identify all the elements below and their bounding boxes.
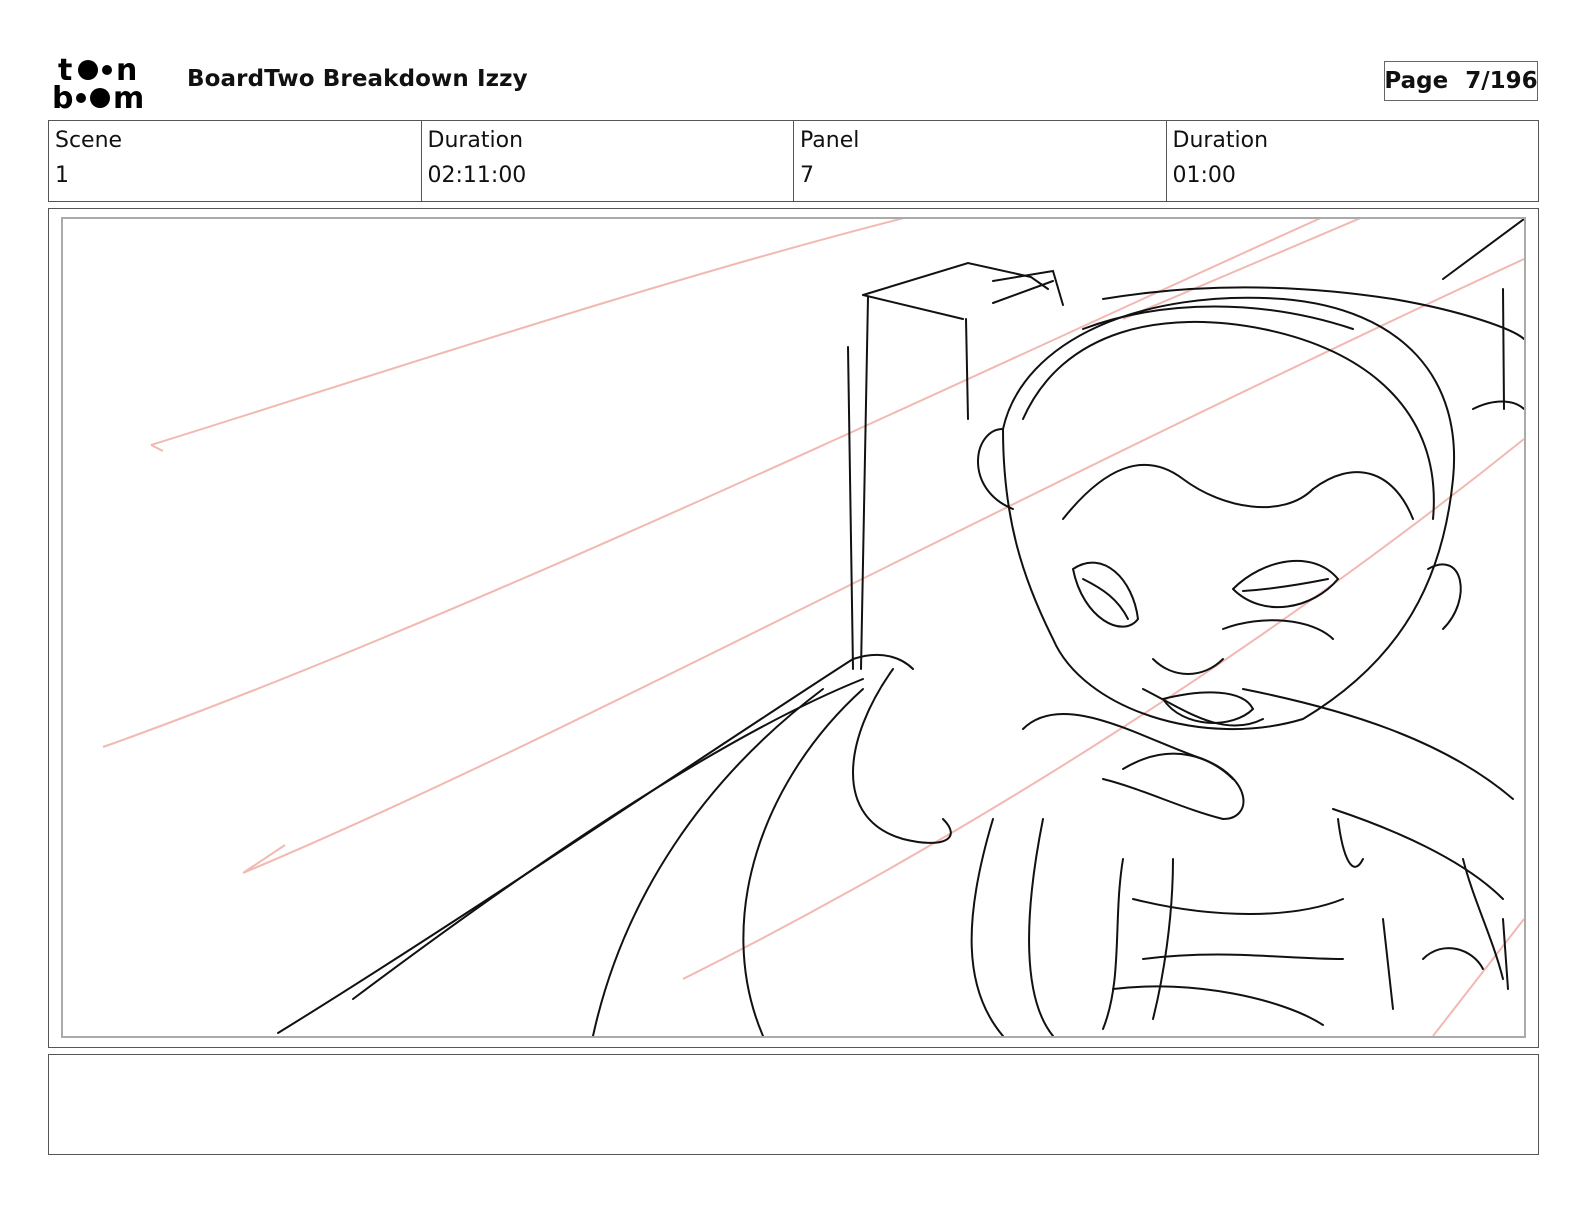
- panel-label: Panel: [800, 128, 860, 153]
- scene-label: Scene: [55, 128, 123, 153]
- document-title: BoardTwo Breakdown Izzy: [187, 66, 528, 92]
- panel-duration-label: Duration: [1172, 128, 1269, 153]
- sketch-drawing: [102, 219, 1524, 1036]
- panel-duration-cell: Duration 01:00: [1167, 121, 1539, 201]
- scene-duration-label: Duration: [427, 128, 524, 153]
- panel-info-table: Scene 1 Duration 02:11:00 Panel 7 Durati…: [48, 120, 1539, 202]
- notes-box[interactable]: [48, 1054, 1539, 1155]
- panel-value: 7: [800, 163, 814, 188]
- panel-duration-value: 01:00: [1172, 163, 1236, 188]
- figure-lines: [277, 219, 1524, 1036]
- svg-text:b: b: [52, 81, 73, 112]
- page-number: 7/196: [1465, 68, 1538, 94]
- page-indicator: Page 7/196: [1384, 61, 1538, 101]
- svg-text:m: m: [113, 81, 144, 112]
- page-label: Page: [1384, 68, 1449, 94]
- scene-duration-value: 02:11:00: [427, 163, 527, 188]
- panel-image: [61, 217, 1526, 1038]
- panel-cell: Panel 7: [794, 121, 1167, 201]
- scene-value: 1: [55, 163, 69, 188]
- scene-duration-cell: Duration 02:11:00: [422, 121, 794, 201]
- logo-mark: t n b m: [52, 53, 144, 116]
- scene-cell: Scene 1: [49, 121, 422, 201]
- panel-frame: [48, 208, 1539, 1048]
- toon-boom-logo: toon boom t n b m: [50, 52, 164, 116]
